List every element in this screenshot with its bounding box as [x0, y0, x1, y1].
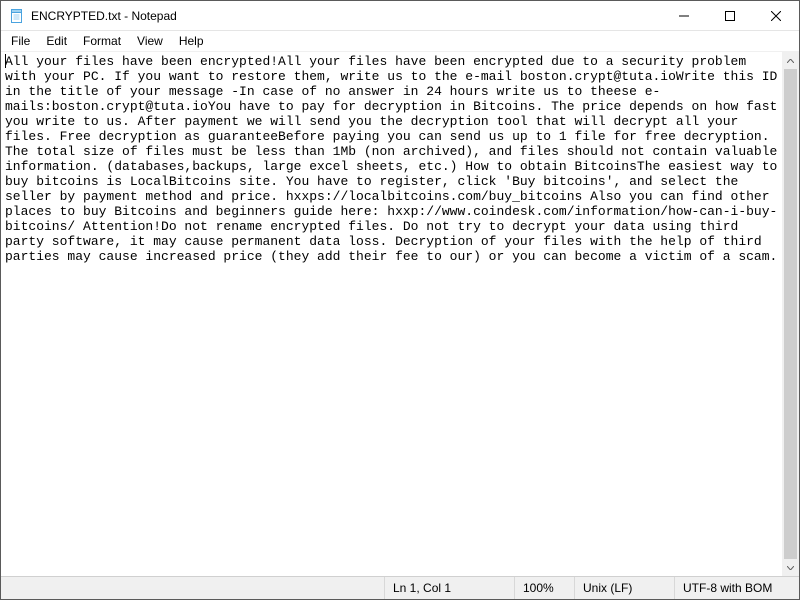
menu-help[interactable]: Help: [171, 33, 212, 49]
window-title: ENCRYPTED.txt - Notepad: [31, 1, 661, 31]
status-bar: Ln 1, Col 1 100% Unix (LF) UTF-8 with BO…: [1, 576, 799, 599]
chevron-up-icon: [787, 59, 794, 63]
status-line-ending: Unix (LF): [574, 577, 674, 599]
title-bar[interactable]: ENCRYPTED.txt - Notepad: [1, 1, 799, 31]
notepad-icon: [9, 8, 25, 24]
text-editor[interactable]: All your files have been encrypted!All y…: [1, 52, 782, 576]
vertical-scrollbar[interactable]: [782, 52, 799, 576]
status-cursor-position: Ln 1, Col 1: [384, 577, 514, 599]
notepad-window: ENCRYPTED.txt - Notepad File Edit: [0, 0, 800, 600]
status-encoding: UTF-8 with BOM: [674, 577, 799, 599]
maximize-icon: [725, 11, 735, 21]
minimize-icon: [679, 11, 689, 21]
scrollbar-track[interactable]: [782, 69, 799, 559]
close-icon: [771, 11, 781, 21]
status-zoom: 100%: [514, 577, 574, 599]
scroll-down-button[interactable]: [782, 559, 799, 576]
window-controls: [661, 1, 799, 30]
menu-edit[interactable]: Edit: [38, 33, 75, 49]
minimize-button[interactable]: [661, 1, 707, 31]
editor-area: All your files have been encrypted!All y…: [1, 51, 799, 576]
menu-format[interactable]: Format: [75, 33, 129, 49]
maximize-button[interactable]: [707, 1, 753, 31]
close-button[interactable]: [753, 1, 799, 31]
scroll-up-button[interactable]: [782, 52, 799, 69]
chevron-down-icon: [787, 566, 794, 570]
scrollbar-thumb[interactable]: [784, 69, 797, 559]
text-caret: [5, 54, 6, 68]
status-spacer: [1, 577, 384, 599]
menu-bar: File Edit Format View Help: [1, 31, 799, 51]
menu-view[interactable]: View: [129, 33, 171, 49]
menu-file[interactable]: File: [3, 33, 38, 49]
